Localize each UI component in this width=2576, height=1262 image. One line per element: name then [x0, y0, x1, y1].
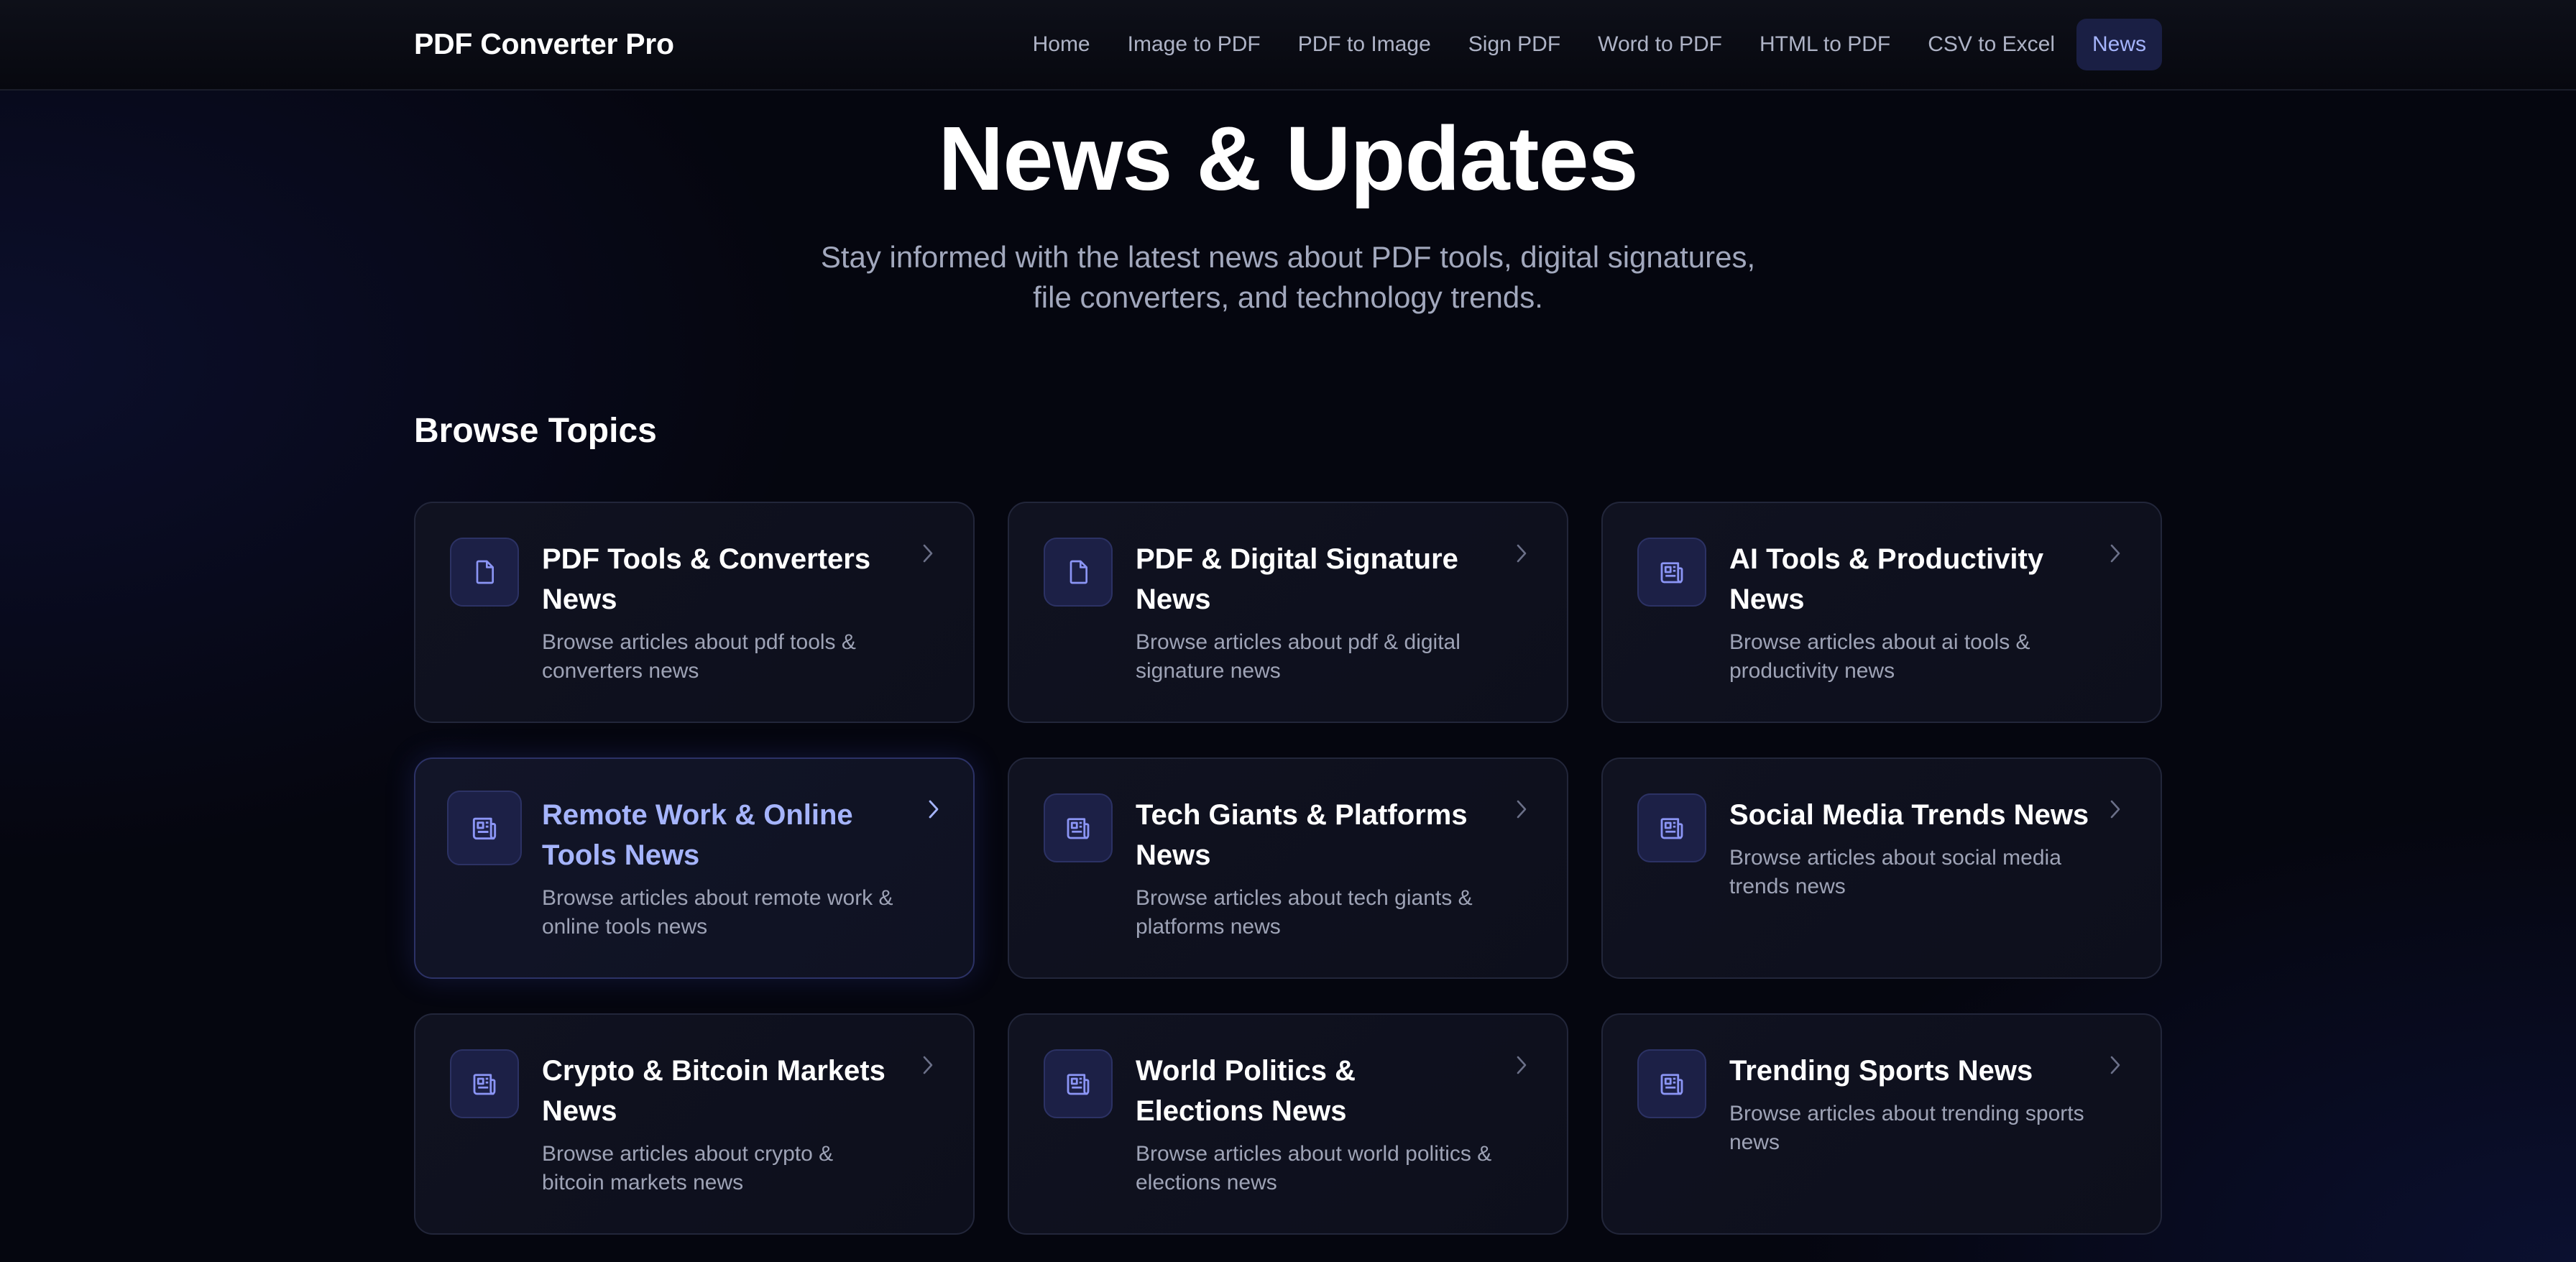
- nav-news[interactable]: News: [2076, 19, 2162, 70]
- chevron-right-icon: [1509, 798, 1532, 821]
- topic-card-description: Browse articles about crypto & bitcoin m…: [542, 1142, 834, 1194]
- topic-card-description: Browse articles about remote work & onli…: [542, 886, 893, 939]
- chevron-right-icon: [2103, 1054, 2126, 1077]
- browse-topics-heading: Browse Topics: [414, 412, 657, 450]
- topic-card-title: AI Tools & Productivity News: [1729, 543, 2044, 615]
- topic-card-title: Tech Giants & Platforms News: [1136, 799, 1468, 871]
- topic-card-title: PDF Tools & Converters News: [542, 543, 871, 615]
- newspaper-icon: [1637, 1049, 1706, 1118]
- newspaper-icon: [1044, 1049, 1113, 1118]
- chevron-right-icon: [916, 542, 939, 565]
- newspaper-icon: [1637, 538, 1706, 607]
- topic-card-world-politics[interactable]: World Politics & Elections News Browse a…: [1008, 1013, 1568, 1235]
- topic-card-description: Browse articles about pdf tools & conver…: [542, 630, 856, 683]
- page-subtitle-line-1: Stay informed with the latest news about…: [820, 240, 1756, 274]
- document-icon: [450, 538, 519, 607]
- topic-card-description: Browse articles about trending sports ne…: [1729, 1102, 2084, 1154]
- nav-pdf-to-image[interactable]: PDF to Image: [1282, 19, 1447, 70]
- topic-card-pdf-tools[interactable]: PDF Tools & Converters News Browse artic…: [414, 502, 975, 723]
- chevron-right-icon: [1509, 542, 1532, 565]
- topic-card-description: Browse articles about pdf & digital sign…: [1136, 630, 1460, 683]
- topic-card-ai-tools[interactable]: AI Tools & Productivity News Browse arti…: [1601, 502, 2162, 723]
- nav-image-to-pdf[interactable]: Image to PDF: [1112, 19, 1276, 70]
- topic-card-title: Social Media Trends News: [1729, 799, 2089, 831]
- topic-card-description: Browse articles about social media trend…: [1729, 846, 2061, 898]
- topic-card-title: Remote Work & Online Tools News: [542, 799, 853, 871]
- topic-card-crypto[interactable]: Crypto & Bitcoin Markets News Browse art…: [414, 1013, 975, 1235]
- topic-card-pdf-digital-signature[interactable]: PDF & Digital Signature News Browse arti…: [1008, 502, 1568, 723]
- nav-csv-to-excel[interactable]: CSV to Excel: [1912, 19, 2071, 70]
- topic-card-description: Browse articles about tech giants & plat…: [1136, 886, 1473, 939]
- topic-card-description: Browse articles about world politics & e…: [1136, 1142, 1492, 1194]
- page-subtitle: Stay informed with the latest news about…: [785, 237, 1791, 318]
- newspaper-icon: [1044, 793, 1113, 862]
- chevron-right-icon: [916, 1054, 939, 1077]
- topic-card-social-media[interactable]: Social Media Trends News Browse articles…: [1601, 757, 2162, 979]
- nav-word-to-pdf[interactable]: Word to PDF: [1582, 19, 1738, 70]
- topic-card-title: Trending Sports News: [1729, 1055, 2033, 1087]
- page-title: News & Updates: [938, 108, 1638, 209]
- newspaper-icon: [447, 791, 522, 865]
- topic-card-title: PDF & Digital Signature News: [1136, 543, 1458, 615]
- nav-html-to-pdf[interactable]: HTML to PDF: [1744, 19, 1906, 70]
- document-icon: [1044, 538, 1113, 607]
- topic-card-title: Crypto & Bitcoin Markets News: [542, 1055, 886, 1127]
- topic-card-description: Browse articles about ai tools & product…: [1729, 630, 2030, 683]
- chevron-right-icon: [1509, 1054, 1532, 1077]
- newspaper-icon: [1637, 793, 1706, 862]
- chevron-right-icon: [2103, 798, 2126, 821]
- topic-card-title: World Politics & Elections News: [1136, 1055, 1356, 1127]
- topic-card-tech-giants[interactable]: Tech Giants & Platforms News Browse arti…: [1008, 757, 1568, 979]
- chevron-right-icon: [921, 798, 944, 821]
- top-navigation-bar: PDF Converter Pro Home Image to PDF PDF …: [0, 0, 2576, 91]
- main-nav: Home Image to PDF PDF to Image Sign PDF …: [1017, 19, 2162, 70]
- newspaper-icon: [450, 1049, 519, 1118]
- nav-sign-pdf[interactable]: Sign PDF: [1453, 19, 1576, 70]
- chevron-right-icon: [2103, 542, 2126, 565]
- page-subtitle-line-2: file converters, and technology trends.: [1033, 280, 1543, 314]
- brand-logo-text[interactable]: PDF Converter Pro: [414, 27, 674, 61]
- nav-home[interactable]: Home: [1017, 19, 1106, 70]
- topic-card-remote-work[interactable]: Remote Work & Online Tools News Browse a…: [414, 757, 975, 979]
- topic-card-sports[interactable]: Trending Sports News Browse articles abo…: [1601, 1013, 2162, 1235]
